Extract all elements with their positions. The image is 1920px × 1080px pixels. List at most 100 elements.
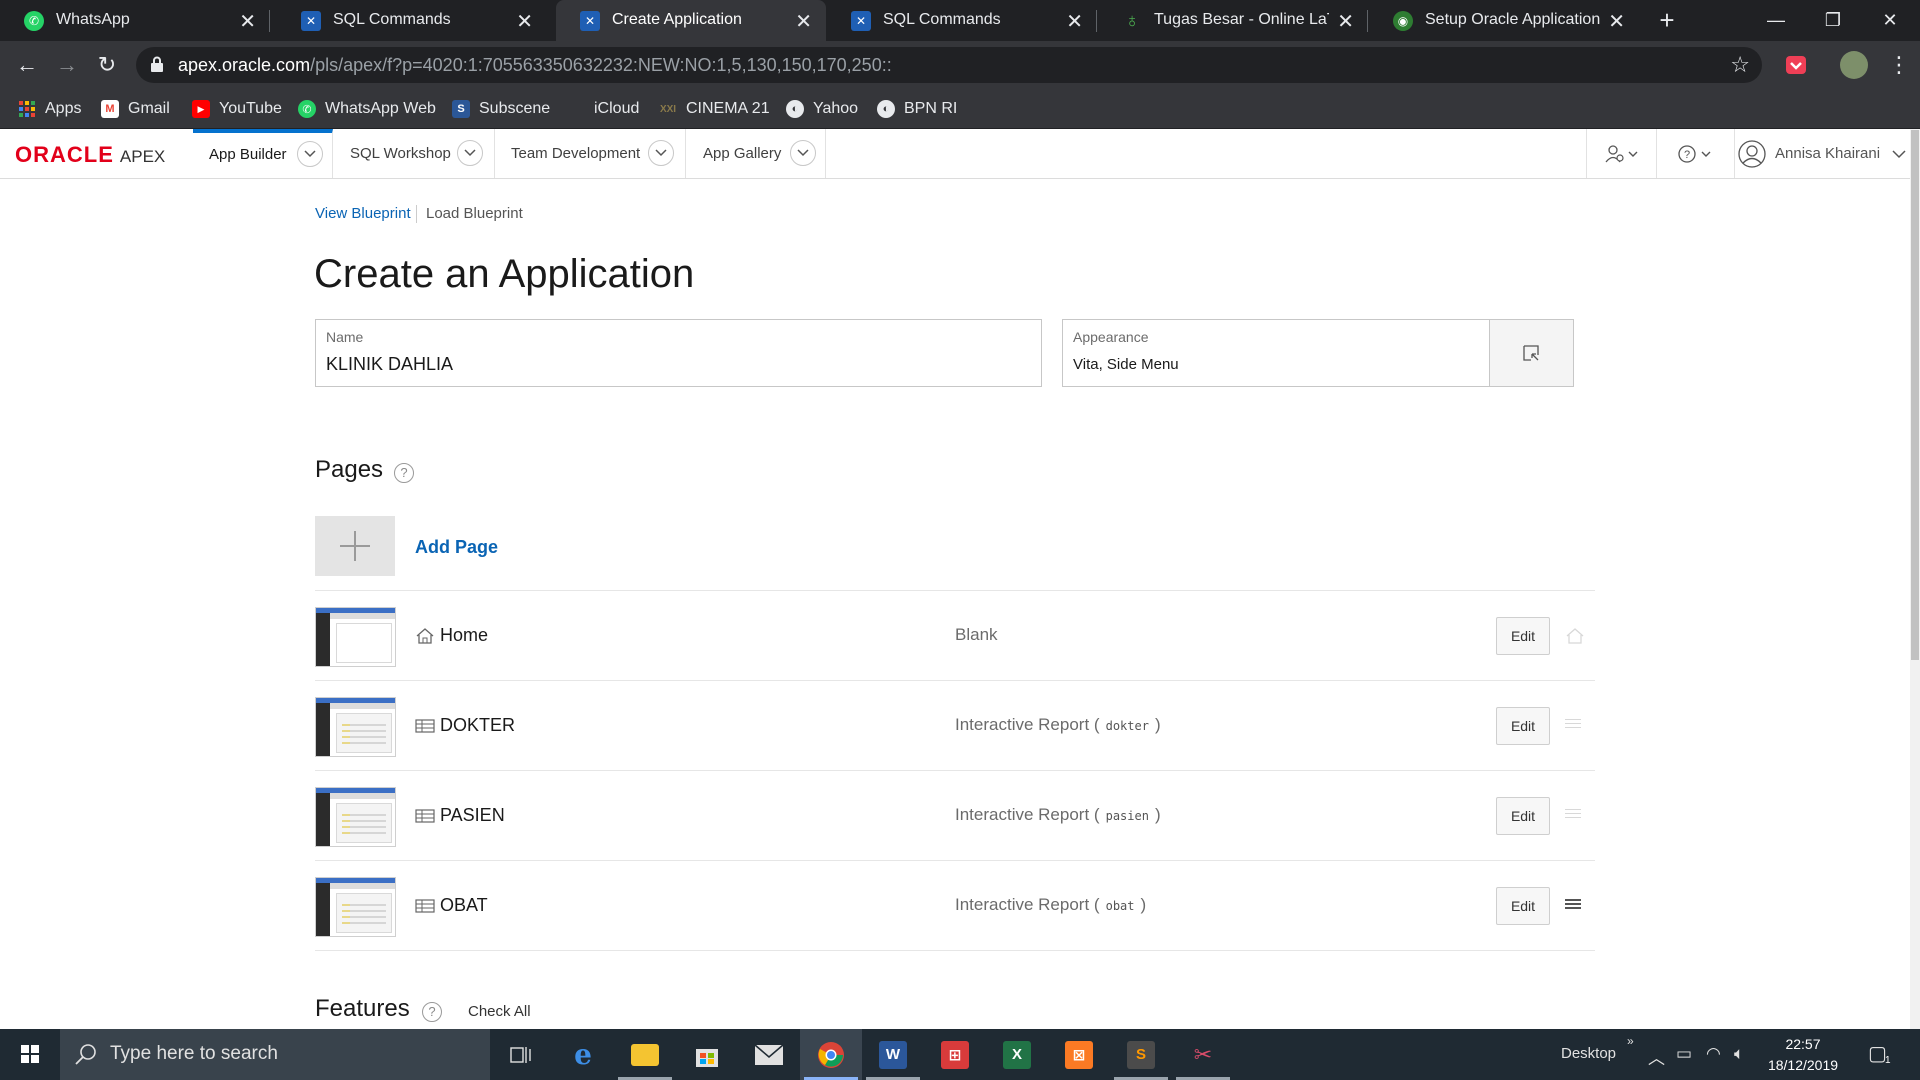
appearance-label: Appearance [1073,329,1149,345]
windows-start-button[interactable] [0,1029,60,1080]
chevron-down-icon[interactable] [648,140,674,166]
scrollbar-thumb[interactable] [1911,130,1919,660]
windows-logo-icon [21,1045,39,1063]
file-explorer-icon[interactable] [614,1029,676,1080]
browser-tab-whatsapp[interactable]: ✆ WhatsApp ✕ [0,0,270,41]
xampp-icon[interactable]: ⊠ [1048,1029,1110,1080]
set-appearance-button[interactable] [1489,319,1574,387]
menu-team-development[interactable]: Team Development [495,129,686,178]
appearance-value: Vita, Side Menu [1073,356,1179,373]
bookmarks-bar: Apps M Gmail ▶ YouTube ✆ WhatsApp Web S … [0,89,1920,129]
edit-page-button[interactable]: Edit [1496,797,1550,835]
close-icon[interactable]: ✕ [516,9,533,34]
tab-title: WhatsApp [56,11,130,28]
edge-browser-icon[interactable]: e [552,1029,614,1080]
chevron-down-icon[interactable] [457,140,483,166]
drag-handle-icon[interactable] [1565,809,1581,821]
bookmark-icloud[interactable]: iCloud [567,96,639,122]
menu-app-gallery[interactable]: App Gallery [686,129,826,178]
edit-page-button[interactable]: Edit [1496,887,1550,925]
taskbar-search-box[interactable]: Type here to search [60,1029,490,1080]
bookmark-whatsapp-web[interactable]: ✆ WhatsApp Web [298,96,436,122]
bookmark-cinema21[interactable]: XXI CINEMA 21 [659,96,770,122]
chrome-menu-icon[interactable]: ⋮ [1886,53,1912,79]
word-icon[interactable]: W [862,1029,924,1080]
bookmark-star-icon[interactable]: ☆ [1730,52,1750,78]
browser-tab-overleaf[interactable]: ♁ Tugas Besar - Online LaTeX E ✕ [1098,0,1368,41]
page-name: OBAT [440,895,488,915]
bookmark-bpn-ri[interactable]: ◐ BPN RI [877,96,957,122]
browser-tab-setup-oracle[interactable]: ◉ Setup Oracle Application Exp ✕ [1369,0,1639,41]
bookmark-subscene[interactable]: S Subscene [452,96,550,122]
chevron-down-icon[interactable] [790,140,816,166]
browser-tab-sql-commands[interactable]: ✕ SQL Commands ✕ [277,0,547,41]
help-icon[interactable]: ? [422,1002,442,1022]
close-icon[interactable]: ✕ [795,9,812,34]
close-icon[interactable]: ✕ [239,9,256,34]
window-close-button[interactable]: ✕ [1862,4,1918,36]
bookmark-apps[interactable]: Apps [18,96,81,122]
bookmark-gmail[interactable]: M Gmail [101,96,170,122]
microsoft-store-icon[interactable] [676,1029,738,1080]
check-all-link[interactable]: Check All [468,1003,531,1020]
view-blueprint-link[interactable]: View Blueprint [315,205,411,222]
close-icon[interactable]: ✕ [1066,9,1083,34]
menu-app-builder[interactable]: App Builder [193,129,333,178]
edit-page-button[interactable]: Edit [1496,617,1550,655]
browser-tab-create-application[interactable]: ✕ Create Application ✕ [556,0,826,41]
oracle-apex-logo[interactable]: ORACLE APEX [15,142,165,168]
reload-icon[interactable]: ↻ [94,53,120,79]
avatar[interactable] [1840,51,1868,79]
desktop-toolbar-label[interactable]: Desktop [1561,1045,1616,1062]
clock-date[interactable]: 18/12/2019 [1762,1057,1844,1073]
user-menu-button[interactable]: Annisa Khairani [1734,129,1910,178]
menu-sql-workshop[interactable]: SQL Workshop [333,129,495,178]
chevron-down-icon[interactable] [297,141,323,167]
chevron-double-icon[interactable]: » [1627,1034,1634,1048]
apex-icon: ✕ [301,11,321,31]
mail-icon[interactable] [738,1029,800,1080]
forward-arrow-icon[interactable]: → [54,53,80,79]
page-thumbnail [315,697,396,757]
name-field[interactable]: Name KLINIK DAHLIA [315,319,1042,387]
apex-header: ORACLE APEX App Builder SQL Workshop Tea… [0,129,1910,179]
apps-grid-icon [19,101,35,117]
restore-button[interactable]: ❐ [1805,4,1861,36]
gift-app-icon[interactable]: ⊞ [924,1029,986,1080]
sublime-text-icon[interactable]: S [1110,1029,1172,1080]
help-icon[interactable]: ? [394,463,414,483]
new-tab-button[interactable]: + [1652,6,1682,36]
battery-icon[interactable]: ▭ [1676,1044,1692,1064]
close-icon[interactable]: ✕ [1337,9,1354,34]
clock-time[interactable]: 22:57 [1768,1036,1838,1052]
chevron-up-icon[interactable]: ︿ [1648,1044,1665,1069]
volume-icon[interactable]: 🔈︎ [1734,1044,1744,1064]
help-menu-button[interactable]: ? [1656,129,1734,178]
task-view-icon[interactable] [490,1029,552,1080]
bookmark-youtube[interactable]: ▶ YouTube [192,96,282,122]
page-row-home: Home Blank Edit [315,591,1595,681]
wifi-icon[interactable]: ◠ [1706,1044,1721,1064]
add-page-tile[interactable] [315,516,395,576]
browser-tab-sql-commands-2[interactable]: ✕ SQL Commands ✕ [827,0,1097,41]
pocket-extension-icon[interactable] [1782,51,1810,79]
add-page-button[interactable]: Add Page [415,537,498,558]
back-arrow-icon[interactable]: ← [14,53,40,79]
drag-handle-icon[interactable] [1565,899,1581,911]
subscene-icon: S [452,100,470,118]
address-bar[interactable]: apex.oracle.com/pls/apex/f?p=4020:1:7055… [136,47,1762,83]
excel-icon[interactable]: X [986,1029,1048,1080]
bookmark-yahoo[interactable]: ◐ Yahoo [786,96,858,122]
logo-oracle-text: ORACLE [15,142,114,167]
administration-button[interactable] [1586,129,1656,178]
lock-icon [151,56,163,72]
edit-page-button[interactable]: Edit [1496,707,1550,745]
drag-handle-icon[interactable] [1565,719,1581,731]
close-icon[interactable]: ✕ [1608,9,1625,34]
minimize-button[interactable]: — [1748,4,1804,36]
chrome-icon[interactable] [800,1029,862,1080]
name-value[interactable]: KLINIK DAHLIA [326,354,453,375]
load-blueprint-link[interactable]: Load Blueprint [426,205,523,222]
user-name: Annisa Khairani [1775,145,1881,162]
snipping-tool-icon[interactable]: ✂ [1172,1029,1234,1080]
